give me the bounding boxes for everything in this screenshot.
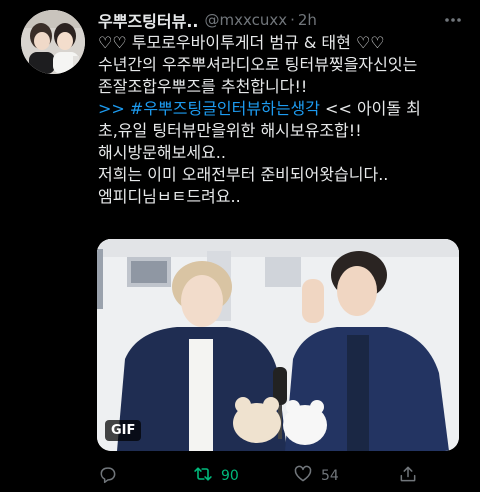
text-line: 초,유일 팅터뷰만을위한 해시보유조합!! <box>98 121 362 140</box>
tweet-header: 우뿌즈팅터뷰.. @mxxcuxx · 2h <box>98 8 466 32</box>
display-name[interactable]: 우뿌즈팅터뷰.. <box>98 8 198 32</box>
hashtag-prefix: >> <box>98 99 130 118</box>
text-line: ♡♡ 투모로우바이투게더 범규 & 태현 ♡♡ <box>98 33 385 52</box>
text-line: 엠피디님ㅂㅌ드려요.. <box>98 187 241 206</box>
handle[interactable]: @mxxcuxx <box>204 11 287 29</box>
like-count: 54 <box>321 468 339 484</box>
gif-image <box>97 239 459 451</box>
retweet-icon <box>193 464 213 488</box>
gif-media[interactable]: GIF <box>97 239 459 451</box>
share-button[interactable] <box>398 462 418 490</box>
text-line: 해시방문해보세요.. <box>98 143 226 162</box>
hashtag-link[interactable]: #우뿌즈팅글인터뷰하는생각 <box>130 99 320 118</box>
separator: · <box>290 11 295 29</box>
reply-icon <box>98 464 118 488</box>
text-line: 수년간의 우주뿌셔라디오로 팅터뷰찢을자신잇는 <box>98 55 418 74</box>
avatar-image <box>21 10 85 74</box>
retweet-button[interactable]: 90 <box>193 462 239 490</box>
text-line: 존잘조합우뿌즈를 추천합니다!! <box>98 77 308 96</box>
tweet-actions: 90 54 <box>98 462 458 490</box>
share-icon <box>398 464 418 488</box>
text-line: 저희는 이미 오래전부터 준비되어왓습니다.. <box>98 165 389 184</box>
timestamp[interactable]: 2h <box>298 11 317 29</box>
gif-badge: GIF <box>105 420 142 441</box>
like-button[interactable]: 54 <box>293 462 339 490</box>
retweet-count: 90 <box>221 468 239 484</box>
like-icon <box>293 464 313 488</box>
avatar[interactable] <box>21 10 85 74</box>
tweet-text: ♡♡ 투모로우바이투게더 범규 & 태현 ♡♡ 수년간의 우주뿌셔라디오로 팅터… <box>98 32 470 208</box>
more-icon[interactable] <box>440 8 466 32</box>
hashtag-suffix: << 아이돌 최 <box>319 99 421 118</box>
tweet[interactable]: 우뿌즈팅터뷰.. @mxxcuxx · 2h ♡♡ 투모로우바이투게더 범규 &… <box>0 0 480 492</box>
reply-button[interactable] <box>98 462 126 490</box>
text-line-hashtag: >> #우뿌즈팅글인터뷰하는생각 << 아이돌 최 <box>98 98 470 120</box>
